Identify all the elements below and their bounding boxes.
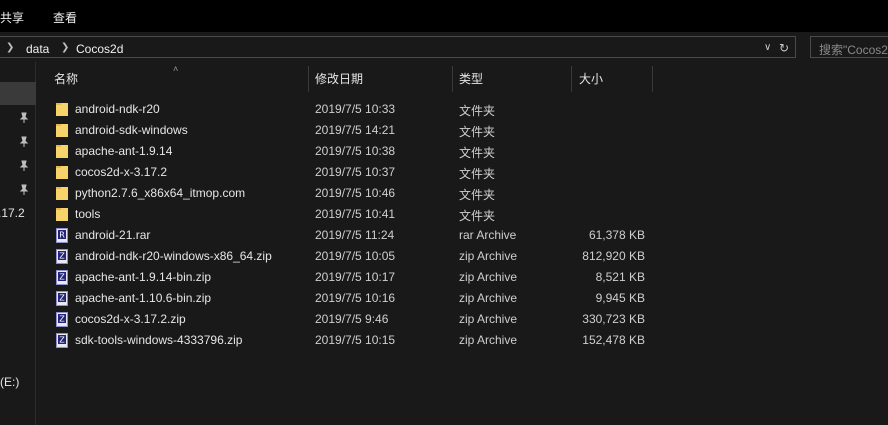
file-type: zip Archive (459, 270, 518, 284)
refresh-icon[interactable]: ↻ (779, 41, 789, 55)
file-date: 2019/7/5 10:38 (315, 144, 396, 158)
file-row[interactable]: cocos2d-x-3.17.2 2019/7/5 10:37 文件夹 (37, 162, 888, 183)
pin-icon[interactable] (19, 160, 29, 172)
nav-item-selected[interactable] (0, 82, 36, 105)
pin-icon[interactable] (19, 136, 29, 148)
svg-text:R: R (59, 231, 65, 240)
file-type: 文件夹 (459, 167, 496, 181)
breadcrumb-cocos2d[interactable]: Cocos2d (76, 42, 123, 56)
file-date: 2019/7/5 14:21 (315, 123, 396, 137)
folder-icon (55, 123, 69, 138)
breadcrumb-data[interactable]: data (26, 42, 49, 56)
file-row[interactable]: python2.7.6_x86x64_itmop.com 2019/7/5 10:… (37, 183, 888, 204)
column-header-type[interactable]: 类型 (452, 66, 572, 92)
file-name: sdk-tools-windows-4333796.zip (75, 333, 243, 347)
file-name: apache-ant-1.9.14-bin.zip (75, 270, 212, 284)
file-row[interactable]: Zandroid-ndk-r20-windows-x86_64.zip 2019/… (37, 246, 888, 267)
zip-archive-icon: Z (55, 312, 69, 327)
rar-archive-icon: R (55, 228, 69, 243)
file-type: 文件夹 (459, 125, 496, 139)
file-size: 152,478 KB (582, 333, 645, 347)
file-date: 2019/7/5 10:15 (315, 333, 396, 347)
zip-archive-icon: Z (55, 249, 69, 264)
pin-icon[interactable] (19, 112, 29, 124)
file-name: tools (75, 207, 101, 221)
chevron-right-icon[interactable]: ❯ (61, 42, 69, 53)
file-size: 812,920 KB (582, 249, 645, 263)
file-date: 2019/7/5 10:17 (315, 270, 396, 284)
file-name: android-21.rar (75, 228, 151, 242)
folder-icon (55, 165, 69, 180)
file-name: android-ndk-r20-windows-x86_64.zip (75, 249, 272, 263)
file-name: apache-ant-1.9.14 (75, 144, 173, 158)
file-date: 2019/7/5 11:24 (315, 228, 395, 242)
file-size: 8,521 KB (595, 270, 645, 284)
column-header-date[interactable]: 修改日期 (308, 66, 453, 92)
ribbon-menu: 共享 查看 (0, 0, 888, 32)
nav-item-label[interactable]: .17.2 (0, 206, 25, 220)
file-type: rar Archive (459, 228, 517, 242)
zip-archive-icon: Z (55, 333, 69, 348)
column-header-name[interactable]: 名称 (47, 66, 309, 92)
file-date: 2019/7/5 10:41 (315, 207, 396, 221)
nav-item-drive-e[interactable]: (E:) (0, 375, 19, 389)
file-date: 2019/7/5 10:33 (315, 102, 396, 116)
file-row[interactable]: android-ndk-r20 2019/7/5 10:33 文件夹 (37, 99, 888, 120)
file-row[interactable]: Zsdk-tools-windows-4333796.zip 2019/7/5 1… (37, 330, 888, 351)
chevron-right-icon[interactable]: ❯ (6, 42, 14, 53)
file-name: python2.7.6_x86x64_itmop.com (75, 186, 246, 200)
file-type: 文件夹 (459, 104, 496, 118)
file-type: zip Archive (459, 333, 518, 347)
folder-icon (55, 144, 69, 159)
svg-text:Z: Z (59, 336, 65, 345)
column-header-size[interactable]: 大小 (572, 66, 653, 92)
folder-icon (55, 102, 69, 117)
file-size: 61,378 KB (588, 228, 645, 242)
file-date: 2019/7/5 10:37 (315, 165, 396, 179)
file-row[interactable]: Zapache-ant-1.10.6-bin.zip 2019/7/5 10:16… (37, 288, 888, 309)
svg-text:Z: Z (59, 315, 65, 324)
file-type: 文件夹 (459, 209, 496, 223)
file-type: zip Archive (459, 291, 518, 305)
file-date: 2019/7/5 9:46 (315, 312, 389, 326)
file-row[interactable]: Zapache-ant-1.9.14-bin.zip 2019/7/5 10:17… (37, 267, 888, 288)
folder-icon (55, 186, 69, 201)
file-name: android-ndk-r20 (75, 102, 160, 116)
file-date: 2019/7/5 10:46 (315, 186, 396, 200)
address-row: ❯ data ❯ Cocos2d ∨ ↻ 搜索"Cocos2d" (0, 32, 888, 62)
tab-share[interactable]: 共享 (0, 9, 24, 26)
file-date: 2019/7/5 10:16 (315, 291, 396, 305)
pin-icon[interactable] (19, 184, 29, 196)
file-date: 2019/7/5 10:05 (315, 249, 396, 263)
file-name: cocos2d-x-3.17.2 (75, 165, 168, 179)
search-placeholder: 搜索"Cocos2d" (819, 43, 888, 57)
file-size: 330,723 KB (582, 312, 645, 326)
file-list: ˄ 名称 修改日期 类型 大小 android-ndk-r20 2019/7/5 … (37, 62, 888, 425)
folder-icon (55, 207, 69, 222)
file-row[interactable]: tools 2019/7/5 10:41 文件夹 (37, 204, 888, 225)
file-row[interactable]: Zcocos2d-x-3.17.2.zip 2019/7/5 9:46 zip Ar… (37, 309, 888, 330)
svg-text:Z: Z (59, 294, 65, 303)
file-row[interactable]: Randroid-21.rar 2019/7/5 11:24 rar Archive… (37, 225, 888, 246)
column-header-row: 名称 修改日期 类型 大小 (37, 66, 888, 92)
file-row[interactable]: android-sdk-windows 2019/7/5 14:21 文件夹 (37, 120, 888, 141)
file-row[interactable]: apache-ant-1.9.14 2019/7/5 10:38 文件夹 (37, 141, 888, 162)
search-input[interactable]: 搜索"Cocos2d" (810, 36, 888, 58)
navigation-pane: .17.2 (E:) (0, 62, 36, 425)
file-name: android-sdk-windows (75, 123, 188, 137)
svg-text:Z: Z (59, 252, 65, 261)
file-name: cocos2d-x-3.17.2.zip (75, 312, 186, 326)
address-bar[interactable]: ❯ data ❯ Cocos2d ∨ ↻ (0, 36, 796, 58)
file-type: zip Archive (459, 249, 518, 263)
file-type: 文件夹 (459, 146, 496, 160)
tab-view[interactable]: 查看 (53, 9, 77, 26)
chevron-down-icon[interactable]: ∨ (764, 42, 771, 53)
file-type: 文件夹 (459, 188, 496, 202)
zip-archive-icon: Z (55, 291, 69, 306)
svg-text:Z: Z (59, 273, 65, 282)
file-type: zip Archive (459, 312, 518, 326)
file-size: 9,945 KB (595, 291, 645, 305)
zip-archive-icon: Z (55, 270, 69, 285)
file-name: apache-ant-1.10.6-bin.zip (75, 291, 212, 305)
